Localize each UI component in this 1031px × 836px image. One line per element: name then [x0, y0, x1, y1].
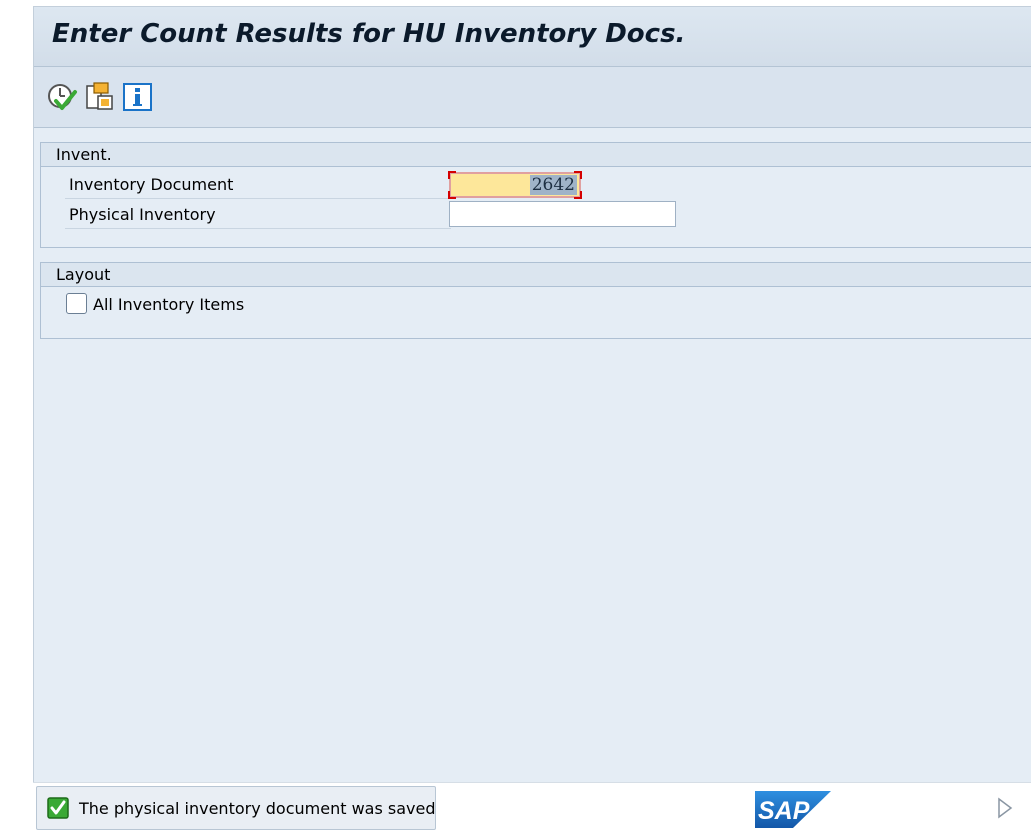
inventory-document-value: 2642	[529, 175, 577, 195]
status-message[interactable]: The physical inventory document was save…	[36, 786, 436, 830]
inventory-document-label: Inventory Document	[69, 175, 234, 194]
focus-corner-tl	[448, 171, 456, 179]
inventory-document-input[interactable]: 2642	[448, 171, 582, 199]
invent-group-header: Invent.	[41, 143, 1031, 167]
application-toolbar	[34, 67, 1031, 128]
focus-corner-bl	[448, 191, 456, 199]
focus-corner-br	[574, 191, 582, 199]
sap-logo-text: SAP	[758, 797, 810, 825]
all-inventory-items-option: All Inventory Items	[41, 287, 441, 327]
all-inventory-items-label: All Inventory Items	[93, 295, 245, 314]
info-button[interactable]	[122, 81, 154, 113]
main-screen: Enter Count Results for HU Inventory Doc…	[33, 6, 1031, 782]
multiple-selection-button[interactable]	[84, 81, 116, 113]
expand-status-arrow-icon[interactable]	[997, 797, 1013, 819]
execute-button[interactable]	[46, 81, 78, 113]
invent-group: Invent. Inventory Document 2642 Physical…	[40, 142, 1031, 248]
all-inventory-items-checkbox[interactable]	[66, 293, 87, 314]
focus-corner-tr	[574, 171, 582, 179]
sap-logo: SAP	[755, 791, 831, 828]
status-bar: The physical inventory document was save…	[33, 782, 1031, 836]
layout-group-header: Layout	[41, 263, 1031, 287]
inventory-document-row: Inventory Document	[65, 169, 451, 199]
page-title: Enter Count Results for HU Inventory Doc…	[52, 19, 686, 49]
physical-inventory-input[interactable]	[449, 201, 676, 227]
multiple-selection-icon	[86, 82, 113, 110]
title-bar: Enter Count Results for HU Inventory Doc…	[34, 7, 1031, 67]
status-message-text: The physical inventory document was save…	[79, 799, 436, 818]
success-check-icon	[47, 797, 69, 819]
layout-group: Layout All Inventory Items	[40, 262, 1031, 339]
physical-inventory-label: Physical Inventory	[69, 205, 216, 224]
physical-inventory-row: Physical Inventory	[65, 199, 451, 229]
info-icon	[123, 83, 152, 111]
execute-check-icon	[48, 84, 77, 110]
